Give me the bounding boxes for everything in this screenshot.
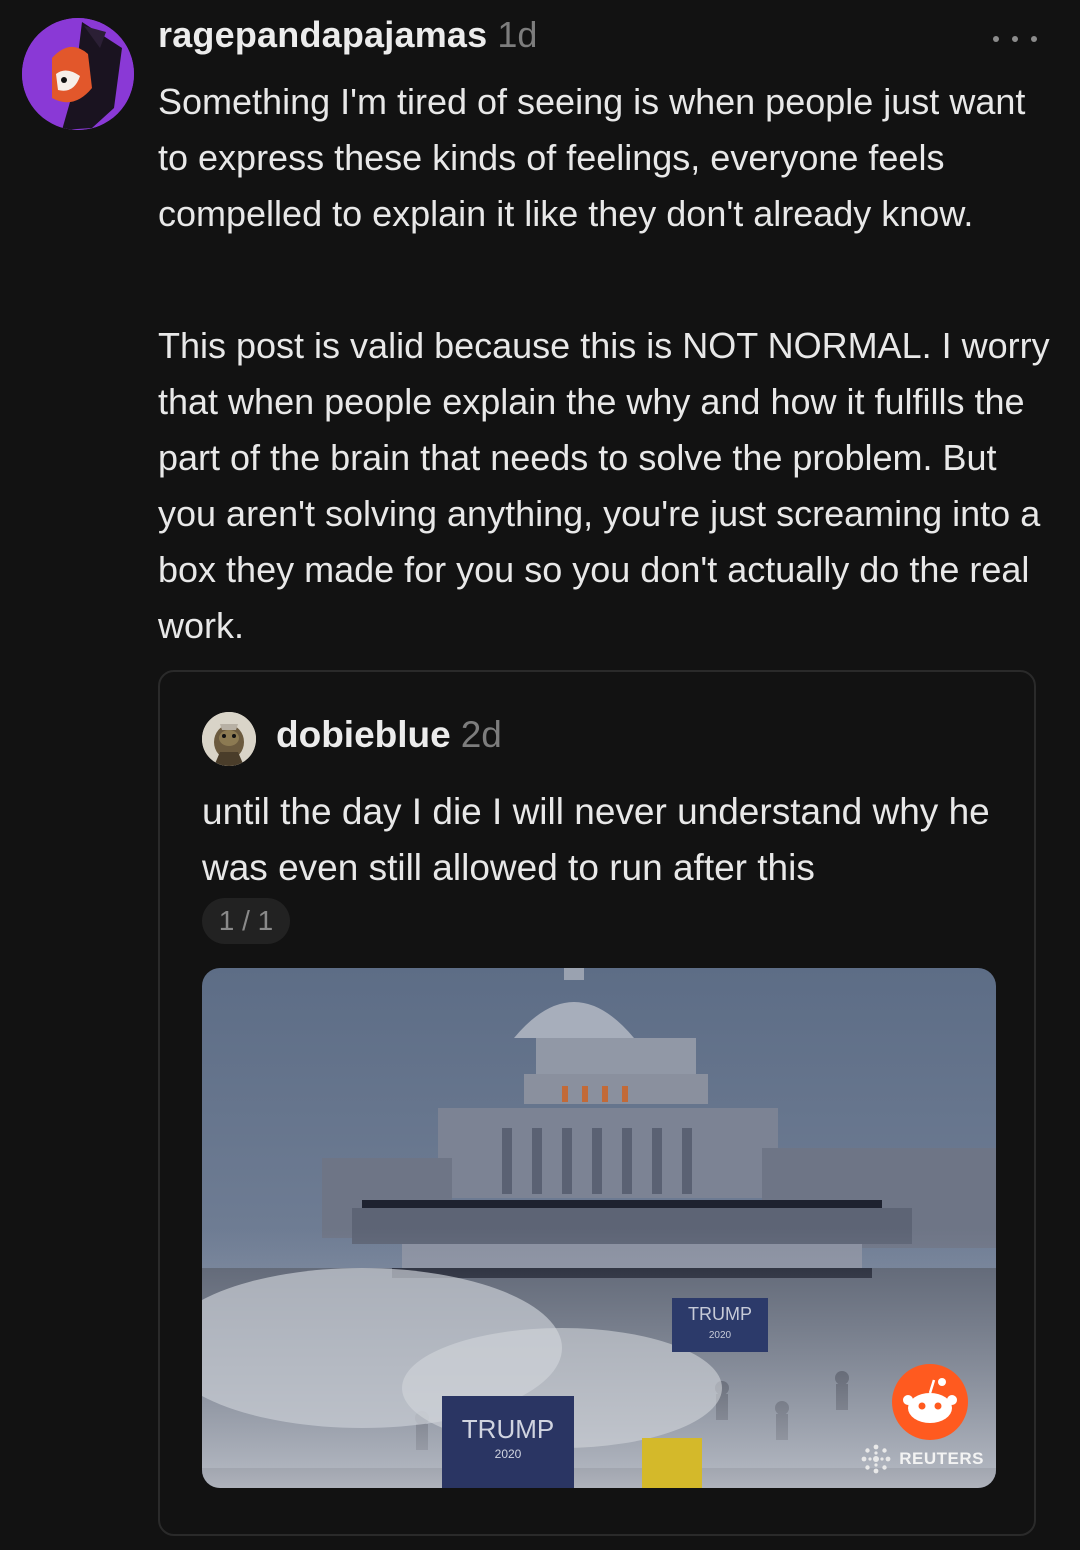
quoted-avatar-image	[202, 712, 256, 766]
post-username[interactable]: ragepandapajamas	[158, 14, 487, 56]
avatar-image	[22, 18, 134, 130]
reuters-logo-icon	[861, 1444, 891, 1474]
quoted-post-card[interactable]: dobieblue 2d until the day I die I will …	[158, 670, 1036, 1536]
banner-large-subtext: 2020	[709, 1330, 732, 1341]
quoted-post-text: until the day I die I will never underst…	[202, 791, 990, 888]
banner-small-subtext: 2020	[495, 1447, 522, 1461]
more-options-icon[interactable]	[993, 26, 1037, 52]
banner-small-text: TRUMP	[462, 1414, 554, 1444]
photo-credit: REUTERS	[859, 1442, 984, 1476]
post-timestamp: 1d	[497, 14, 538, 55]
image-counter-badge: 1 / 1	[202, 898, 290, 944]
avatar[interactable]	[22, 18, 134, 130]
quoted-post-header: dobieblue 2d	[276, 714, 502, 764]
quoted-timestamp: 2d	[460, 714, 502, 755]
reddit-icon	[892, 1364, 968, 1440]
capitol-photo: TRUMP 2020 TRUMP 2020	[202, 968, 996, 1488]
photo-credit-text: REUTERS	[899, 1449, 984, 1468]
quoted-avatar[interactable]	[202, 712, 256, 766]
post-header: ragepandapajamas 1d	[158, 14, 537, 64]
banner-large-text: TRUMP	[688, 1304, 752, 1324]
quoted-username[interactable]: dobieblue	[276, 714, 451, 756]
post-paragraph-1: Something I'm tired of seeing is when pe…	[158, 81, 1026, 234]
post-paragraph-2: This post is valid because this is NOT N…	[158, 325, 1050, 646]
quoted-post-image[interactable]: TRUMP 2020 TRUMP 2020 REUTERS	[202, 968, 996, 1488]
